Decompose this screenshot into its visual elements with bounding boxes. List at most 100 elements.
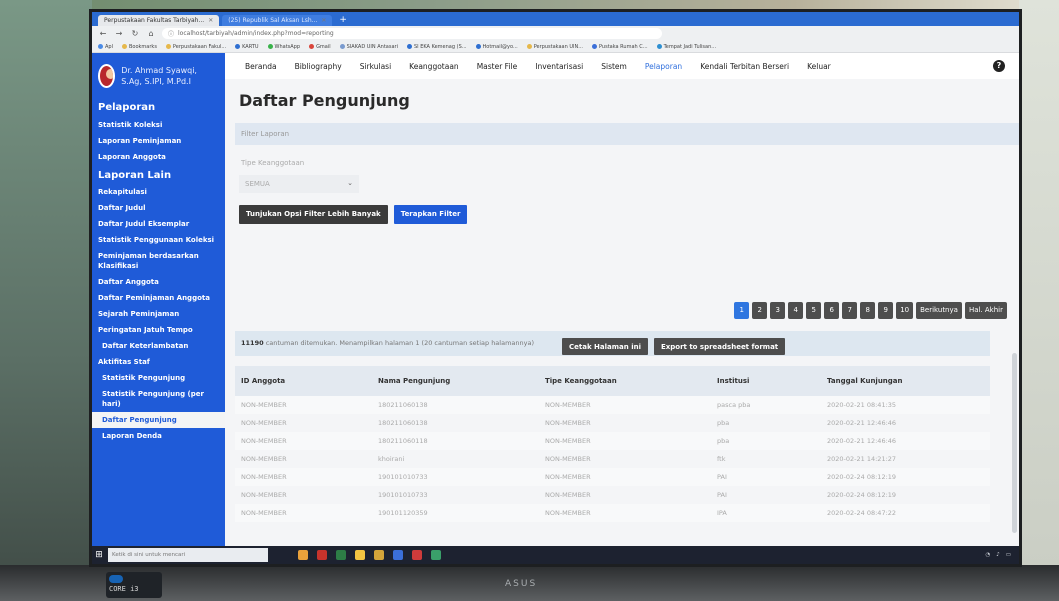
pagination: 1 2 3 4 5 6 7 8 9 10 Berikutnya Hal. Akh… — [734, 302, 1007, 319]
menu-keanggotaan[interactable]: Keanggotaan — [409, 62, 459, 71]
sidebar-item-daftar-judul[interactable]: Daftar Judul — [92, 200, 225, 216]
menu-keluar[interactable]: Keluar — [807, 62, 831, 71]
close-icon[interactable]: ✕ — [321, 17, 326, 24]
table-row: NON-MEMBER 190101010733 NON-MEMBER PAI 2020-… — [235, 468, 990, 486]
column-header: Tipe Keanggotaan — [545, 377, 617, 385]
taskbar-app-icon[interactable] — [412, 550, 422, 560]
sidebar-item-daftar-peminjaman-anggota[interactable]: Daftar Peminjaman Anggota — [92, 290, 225, 306]
bookmark-item[interactable]: WhatsApp — [267, 43, 300, 50]
page-link[interactable]: 1 — [734, 302, 750, 319]
page-link[interactable]: 10 — [896, 302, 914, 319]
menu-pelaporan[interactable]: Pelaporan — [645, 62, 682, 71]
taskbar-app-icon[interactable] — [393, 550, 403, 560]
apply-filter-button[interactable]: Terapkan Filter — [393, 205, 468, 224]
menu-bibliography[interactable]: Bibliography — [295, 62, 342, 71]
close-icon[interactable]: ✕ — [208, 17, 213, 24]
windows-start-icon[interactable]: ⊞ — [92, 550, 106, 560]
address-bar-row: ← → ↻ ⌂ ⓘ localhost/tarbiyah/admin/index… — [92, 26, 1019, 41]
scrollbar[interactable] — [1012, 353, 1017, 533]
sidebar-item-daftar-keterlambatan[interactable]: Daftar Keterlambatan — [92, 338, 225, 354]
taskbar-app-icon[interactable] — [431, 550, 441, 560]
menu-sistem[interactable]: Sistem — [601, 62, 627, 71]
notification-icon[interactable]: ▭ — [1006, 552, 1011, 558]
taskbar-app-icon[interactable] — [355, 550, 365, 560]
export-spreadsheet-button[interactable]: Export to spreadsheet format — [653, 338, 786, 355]
bookmark-item[interactable]: Perpustakaan UIN... — [526, 43, 583, 50]
intel-sticker: CORE i3 — [106, 572, 162, 598]
bookmark-item[interactable]: Apl — [98, 43, 113, 50]
browser-tab[interactable]: (25) Republik Sal Aksan Lsh... ✕ — [222, 15, 333, 26]
table-cell: NON-MEMBER — [545, 491, 591, 499]
sidebar-item-aktifitas-staf[interactable]: Aktifitas Staf — [92, 354, 225, 370]
taskbar-app-icon[interactable] — [298, 550, 308, 560]
sidebar-item-laporan-peminjaman[interactable]: Laporan Peminjaman — [92, 133, 225, 149]
taskbar-app-icon[interactable] — [374, 550, 384, 560]
menu-sirkulasi[interactable]: Sirkulasi — [360, 62, 391, 71]
slims-admin-app: Dr. Ahmad Syawqi, S.Ag, S.IPI, M.Pd.I Pe… — [92, 53, 1019, 546]
url-field[interactable]: ⓘ localhost/tarbiyah/admin/index.php?mod… — [162, 28, 662, 39]
column-header: Nama Pengunjung — [378, 377, 451, 385]
sidebar-item-statistik-pengunjung-per-hari[interactable]: Statistik Pengunjung (per hari) — [92, 386, 225, 412]
page-link[interactable]: 6 — [824, 302, 840, 319]
volume-icon[interactable]: ♪ — [996, 552, 1000, 558]
table-cell: 2020-02-21 12:46:46 — [827, 419, 897, 427]
bookmark-item[interactable]: Bookmarks — [121, 43, 157, 50]
bookmark-item[interactable]: KARTU — [235, 43, 259, 50]
back-icon[interactable]: ← — [98, 29, 108, 38]
table-cell: 2020-02-21 14:21:27 — [827, 455, 897, 463]
sidebar-item-peringatan-jatuh-tempo[interactable]: Peringatan Jatuh Tempo — [92, 322, 225, 338]
taskbar-app-icon[interactable] — [336, 550, 346, 560]
table-cell: pba — [717, 419, 730, 427]
help-icon[interactable]: ? — [993, 60, 1005, 72]
sidebar-item-laporan-anggota[interactable]: Laporan Anggota — [92, 149, 225, 165]
bookmark-item[interactable]: Gmail — [309, 43, 331, 50]
reload-icon[interactable]: ↻ — [130, 29, 140, 38]
forward-icon[interactable]: → — [114, 29, 124, 38]
bookmark-item[interactable]: SI EKA Kemenag (S... — [406, 43, 467, 50]
sidebar-item-daftar-judul-eksemplar[interactable]: Daftar Judul Eksemplar — [92, 216, 225, 232]
sidebar-item-rekapitulasi[interactable]: Rekapitulasi — [92, 184, 225, 200]
sidebar-item-daftar-anggota[interactable]: Daftar Anggota — [92, 274, 225, 290]
bookmark-item[interactable]: Tempat Jadi Tulisan... — [656, 43, 716, 50]
new-tab-button[interactable]: + — [335, 15, 351, 26]
menu-master-file[interactable]: Master File — [477, 62, 518, 71]
page-link[interactable]: 9 — [878, 302, 894, 319]
menu-inventarisasi[interactable]: Inventarisasi — [535, 62, 583, 71]
bookmark-item[interactable]: Pustaka Rumah C... — [592, 43, 648, 50]
table-cell: pba — [717, 437, 730, 445]
select-value: SEMUA — [245, 180, 270, 188]
sidebar-item-laporan-denda[interactable]: Laporan Denda — [92, 428, 225, 444]
sidebar-item-daftar-pengunjung[interactable]: Daftar Pengunjung — [92, 412, 225, 428]
page-link[interactable]: 3 — [770, 302, 786, 319]
page-link[interactable]: 2 — [752, 302, 768, 319]
menu-kendali-terbitan-berseri[interactable]: Kendali Terbitan Berseri — [700, 62, 789, 71]
page-link[interactable]: 7 — [842, 302, 858, 319]
sidebar-item-statistik-koleksi[interactable]: Statistik Koleksi — [92, 117, 225, 133]
sidebar-item-peminjaman-klasifikasi[interactable]: Peminjaman berdasarkan Klasifikasi — [92, 248, 225, 274]
more-filter-options-button[interactable]: Tunjukan Opsi Filter Lebih Banyak — [239, 205, 388, 224]
page-link[interactable]: 4 — [788, 302, 804, 319]
table-cell: NON-MEMBER — [241, 491, 287, 499]
taskbar-search-input[interactable]: Ketik di sini untuk mencari — [108, 548, 268, 562]
membership-type-select[interactable]: SEMUA ⌄ — [239, 175, 359, 193]
browser-tab-active[interactable]: Perpustakaan Fakultas Tarbiyah... ✕ — [98, 15, 220, 26]
network-icon[interactable]: ◔ — [985, 552, 990, 558]
page-link[interactable]: 5 — [806, 302, 822, 319]
bookmark-item[interactable]: Hotmail@yo... — [475, 43, 518, 50]
table-cell: 180211060118 — [378, 437, 428, 445]
last-page-button[interactable]: Hal. Akhir — [964, 302, 1007, 319]
sidebar-item-sejarah-peminjaman[interactable]: Sejarah Peminjaman — [92, 306, 225, 322]
taskbar-app-icon[interactable] — [317, 550, 327, 560]
table-cell: 180211060138 — [378, 419, 428, 427]
bookmark-item[interactable]: SIAKAD UIN Antasari — [339, 43, 398, 50]
table-cell: 2020-02-24 08:47:22 — [827, 509, 897, 517]
home-icon[interactable]: ⌂ — [146, 29, 156, 38]
next-page-button[interactable]: Berikutnya — [916, 302, 962, 319]
sidebar-item-statistik-pengunjung[interactable]: Statistik Pengunjung — [92, 370, 225, 386]
filter-buttons: Tunjukan Opsi Filter Lebih Banyak Terapk… — [239, 205, 1019, 224]
page-link[interactable]: 8 — [860, 302, 876, 319]
bookmark-item[interactable]: Perpustakaan Fakul... — [165, 43, 226, 50]
menu-beranda[interactable]: Beranda — [245, 62, 277, 71]
print-page-button[interactable]: Cetak Halaman ini — [562, 338, 648, 355]
sidebar-item-statistik-penggunaan-koleksi[interactable]: Statistik Penggunaan Koleksi — [92, 232, 225, 248]
